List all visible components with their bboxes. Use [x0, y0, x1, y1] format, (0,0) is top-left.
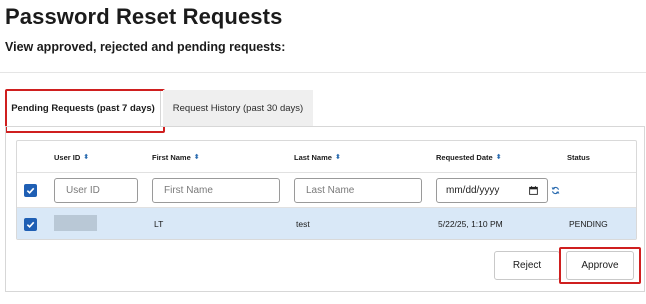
- row-checkbox[interactable]: [24, 218, 37, 231]
- first-name-filter[interactable]: [152, 178, 280, 203]
- last-name-filter[interactable]: [294, 178, 422, 203]
- approve-button[interactable]: Approve: [566, 251, 634, 280]
- column-header-status: Status: [567, 153, 590, 162]
- column-header-user-id[interactable]: User ID ⬍: [54, 153, 89, 162]
- date-filter-value: mm/dd/yyyy: [446, 185, 500, 196]
- column-header-label: Status: [567, 153, 590, 162]
- checkbox-checked-icon: [26, 187, 35, 194]
- column-header-first-name[interactable]: First Name ⬍: [152, 153, 200, 162]
- select-all-checkbox[interactable]: [24, 184, 37, 197]
- header-divider: [0, 72, 646, 73]
- cell-last-name: test: [296, 219, 310, 229]
- header-row-divider: [17, 172, 636, 173]
- cell-status: PENDING: [569, 219, 608, 229]
- cell-first-name: LT: [154, 219, 164, 229]
- tab-bar: Pending Requests (past 7 days) Request H…: [5, 89, 315, 133]
- refresh-icon[interactable]: [551, 186, 560, 195]
- checkbox-checked-icon: [26, 221, 35, 228]
- page-subtitle: View approved, rejected and pending requ…: [5, 40, 286, 54]
- page-title: Password Reset Requests: [5, 4, 283, 29]
- tab-request-history[interactable]: Request History (past 30 days): [163, 90, 313, 126]
- redacted-user-id: [54, 215, 97, 231]
- table-row[interactable]: [17, 208, 636, 239]
- sort-icon: ⬍: [334, 154, 341, 161]
- calendar-icon[interactable]: [529, 186, 538, 195]
- requested-date-filter[interactable]: mm/dd/yyyy: [436, 178, 548, 203]
- column-header-requested-date[interactable]: Requested Date ⬍: [436, 153, 502, 162]
- sort-icon: ⬍: [83, 154, 90, 161]
- reject-button[interactable]: Reject: [494, 251, 560, 280]
- column-header-label: Last Name: [294, 153, 332, 162]
- column-header-last-name[interactable]: Last Name ⬍: [294, 153, 341, 162]
- column-header-label: First Name: [152, 153, 191, 162]
- cell-requested-date: 5/22/25, 1:10 PM: [438, 219, 503, 229]
- sort-icon: ⬍: [495, 154, 502, 161]
- column-header-label: User ID: [54, 153, 81, 162]
- tab-pending-requests[interactable]: Pending Requests (past 7 days): [5, 89, 165, 133]
- user-id-filter[interactable]: [54, 178, 138, 203]
- sort-icon: ⬍: [193, 154, 200, 161]
- column-header-label: Requested Date: [436, 153, 493, 162]
